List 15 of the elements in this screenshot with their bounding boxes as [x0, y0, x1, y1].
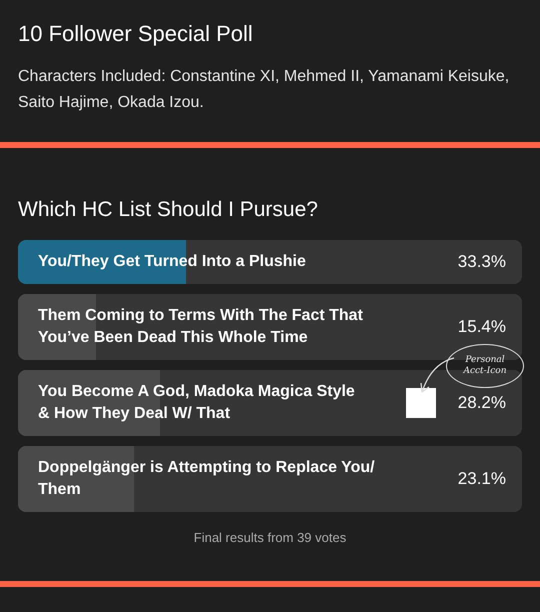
- post-text: Characters Included: Constantine XI, Mehmed II, Yamanami Keisuke, Saito Hajime, Okada Izou.: [18, 67, 510, 113]
- vote-count: Final results from 39 votes: [192, 530, 348, 545]
- poll-question: Which HC List Should I Pursue?: [18, 197, 319, 223]
- poll-option[interactable]: Doppelgänger is Attempting to Replace You/ Them 23.1%: [18, 446, 522, 512]
- option-label: You Become A God, Madoka Magica Style & How They Deal W/ That: [37, 382, 356, 424]
- option-percent: 33.3%: [456, 252, 507, 272]
- option-percent: 28.2%: [456, 393, 507, 413]
- option-label: Doppelgänger is Attempting to Replace You/ Them: [37, 458, 376, 500]
- option-percent: 23.1%: [456, 469, 507, 489]
- option-percent: 15.4%: [456, 317, 507, 337]
- option-label: Them Coming to Terms With The Fact That You’ve Been Dead This Whole Time: [37, 306, 364, 348]
- post-title: 10 Follower Special Poll: [18, 20, 254, 48]
- handwritten-note: Personal Acct-Icon: [446, 344, 524, 388]
- option-label: You/They Get Turned Into a Plushie: [37, 252, 307, 272]
- poll-option[interactable]: You/They Get Turned Into a Plushie 33.3%: [18, 240, 522, 284]
